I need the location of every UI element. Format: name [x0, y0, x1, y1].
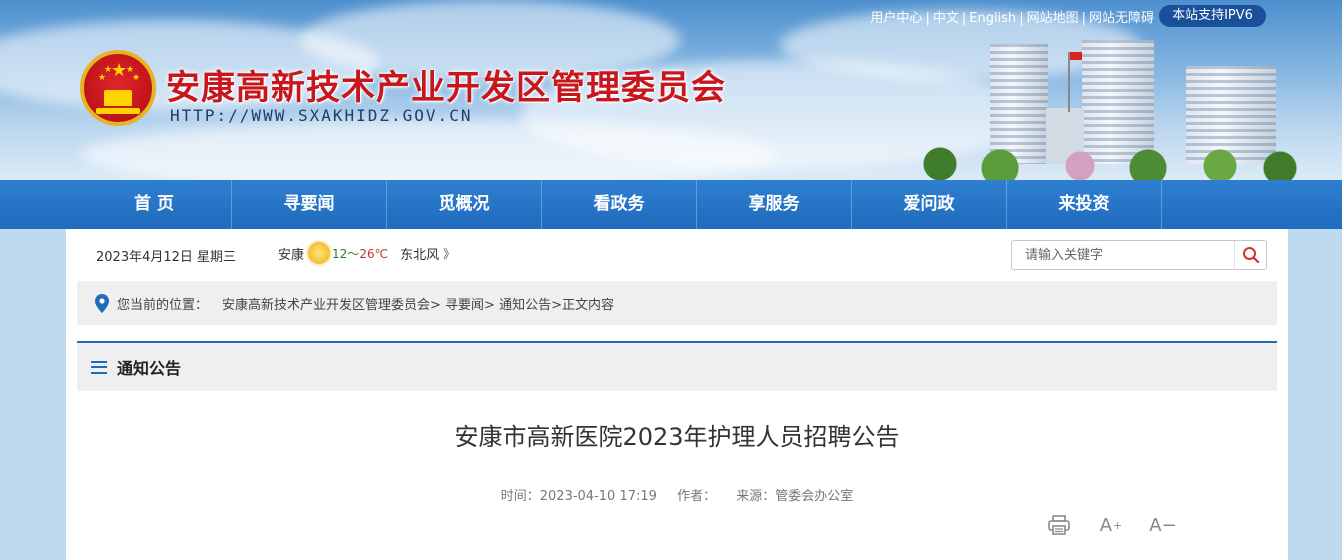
article-meta: 时间：2023-04-10 17:19 作者： 来源：管委会办公室: [66, 485, 1288, 504]
breadcrumb-path[interactable]: 安康高新技术产业开发区管理委员会> 寻要闻> 通知公告>正文内容: [222, 294, 614, 313]
font-shrink-button[interactable]: A−: [1148, 512, 1178, 538]
site-url: HTTP://WWW.SXAKHIDZ.GOV.CN: [170, 106, 473, 125]
sitemap-link[interactable]: 网站地图: [1027, 11, 1079, 26]
temp-low: 12: [332, 246, 348, 261]
article-tools: A + A−: [1044, 512, 1200, 538]
site-header: ★ ★ ★ ★ ★ 安康高新技术产业开发区管理委员会 HTTP://WWW.SX…: [0, 0, 1342, 180]
chinese-link[interactable]: 中文: [933, 11, 959, 26]
weather-widget[interactable]: 安康 12～26℃ 东北风 》: [278, 239, 455, 267]
article-source: 来源：管委会办公室: [736, 489, 854, 504]
nav-item-investment[interactable]: 来投资: [1007, 180, 1162, 229]
top-links: 用户中心 | 中文 | English | 网站地图 | 网站无障碍: [870, 11, 1154, 26]
flag-icon: [1068, 52, 1082, 112]
ipv6-badge: 本站支持IPV6: [1159, 5, 1266, 27]
section-header: 通知公告: [77, 341, 1277, 391]
trees-image: [900, 140, 1300, 180]
content-panel: 2023年4月12日 星期三 安康 12～26℃ 东北风 》 您当前的位置： 安…: [66, 229, 1288, 560]
article-author: 作者：: [677, 489, 717, 504]
national-emblem-icon: ★ ★ ★ ★ ★: [80, 50, 156, 126]
font-enlarge-plus: +: [1113, 518, 1123, 532]
temperature: 12～26℃: [332, 245, 388, 262]
printer-icon: [1048, 515, 1070, 535]
print-button[interactable]: [1044, 512, 1074, 538]
publish-time: 时间：2023-04-10 17:19: [500, 489, 657, 504]
weather-city: 安康: [278, 247, 305, 263]
english-link[interactable]: English: [969, 11, 1016, 26]
temp-high: 26℃: [359, 246, 389, 261]
search-box: [1011, 240, 1267, 270]
nav-item-inquiry[interactable]: 爱问政: [852, 180, 1007, 229]
user-center-link[interactable]: 用户中心: [870, 11, 922, 26]
site-title[interactable]: 安康高新技术产业开发区管理委员会: [166, 60, 726, 109]
temp-separator: ～: [347, 246, 360, 261]
font-enlarge-button[interactable]: A +: [1096, 512, 1126, 538]
accessibility-link[interactable]: 网站无障碍: [1089, 11, 1154, 26]
section-title[interactable]: 通知公告: [117, 355, 181, 379]
nav-item-government[interactable]: 看政务: [542, 180, 697, 229]
list-menu-icon: [91, 360, 107, 374]
search-icon: [1242, 247, 1259, 264]
current-date: 2023年4月12日 星期三: [96, 250, 237, 265]
breadcrumb: 您当前的位置： 安康高新技术产业开发区管理委员会> 寻要闻> 通知公告>正文内容: [77, 281, 1277, 325]
article-title: 安康市高新医院2023年护理人员招聘公告: [454, 423, 900, 451]
weather-more-icon[interactable]: 》: [443, 245, 455, 262]
wind-direction: 东北风: [400, 247, 440, 263]
nav-item-services[interactable]: 享服务: [697, 180, 852, 229]
breadcrumb-label: 您当前的位置：: [117, 297, 209, 313]
nav-item-news[interactable]: 寻要闻: [232, 180, 387, 229]
font-enlarge-label: A: [1099, 514, 1113, 536]
location-pin-icon: [95, 293, 109, 313]
search-input[interactable]: [1012, 241, 1234, 269]
main-nav: 首 页 寻要闻 觅概况 看政务 享服务 爱问政 来投资: [0, 180, 1342, 229]
sunny-icon: [308, 242, 331, 264]
nav-item-overview[interactable]: 觅概况: [387, 180, 542, 229]
search-button[interactable]: [1234, 241, 1266, 269]
nav-item-home[interactable]: 首 页: [77, 180, 232, 229]
